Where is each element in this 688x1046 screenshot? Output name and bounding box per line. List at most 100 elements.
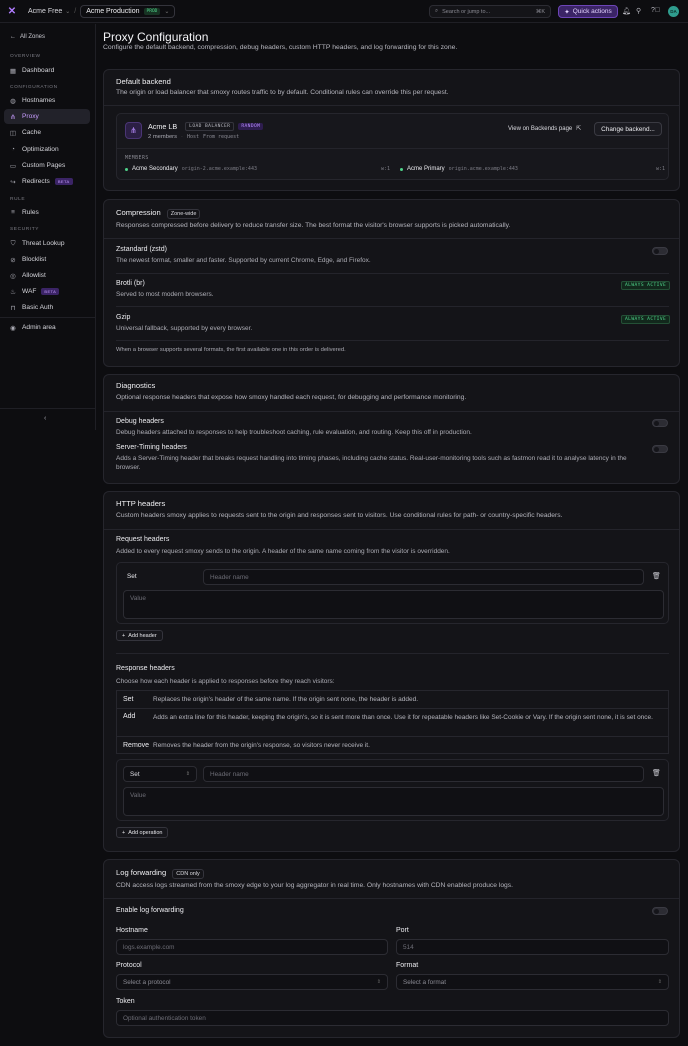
help-icon[interactable]: ?⃝	[651, 7, 660, 14]
request-header-value-input[interactable]: Value	[123, 590, 664, 619]
status-dot	[400, 167, 403, 171]
search-icon: ⌕	[435, 8, 439, 14]
app-logo-icon[interactable]: ✕	[6, 5, 18, 17]
hostname-input[interactable]: logs.example.com	[116, 939, 388, 955]
request-header-name-input[interactable]: Header name	[203, 569, 644, 585]
sidebar-item-cache[interactable]: ◫ Cache	[4, 125, 90, 140]
trash-icon[interactable]: 🗑︎	[652, 769, 661, 777]
globe-icon: ◍	[10, 97, 16, 105]
section-security: SECURITY	[10, 227, 40, 232]
sidebar-item-redirects[interactable]: ↪ Redirects BETA	[4, 174, 90, 189]
op-name: Set	[123, 696, 134, 703]
search-shortcut: ⌘K	[535, 8, 545, 15]
translate-icon[interactable]: ⚲	[636, 7, 641, 15]
sidebar-item-label: Custom Pages	[22, 162, 66, 169]
response-headers-desc: Choose how each header is applied to res…	[116, 678, 335, 685]
org-switcher[interactable]: Acme Free ⌄	[28, 8, 70, 15]
protocol-label: Protocol	[116, 962, 142, 969]
sidebar-item-hostnames[interactable]: ◍ Hostnames	[4, 93, 90, 108]
debug-title: Debug headers	[116, 418, 164, 425]
timing-desc: Adds a Server-Timing header that breaks …	[116, 455, 627, 471]
card-title: HTTP headers	[116, 499, 166, 508]
server-timing-toggle[interactable]	[652, 445, 668, 453]
sidebar-item-waf[interactable]: ♨ WAF BETA	[4, 284, 90, 299]
redirect-icon: ↪	[10, 178, 16, 186]
sidebar-item-label: Blocklist	[22, 256, 47, 263]
divider	[104, 898, 679, 899]
sidebar-item-dashboard[interactable]: ▦ Dashboard	[4, 63, 90, 78]
host-value: From request	[202, 134, 240, 140]
bell-icon[interactable]: 🔔︎	[622, 7, 631, 15]
add-header-label: Add header	[128, 632, 157, 639]
sidebar-item-custom-pages[interactable]: ▭ Custom Pages	[4, 158, 90, 173]
member-row: Acme Secondary origin-2.acme.example:443…	[125, 166, 390, 172]
divider	[116, 340, 669, 341]
always-active-badge: ALWAYS ACTIVE	[621, 281, 671, 290]
protocol-select[interactable]: Select a protocol ⇕	[116, 974, 388, 990]
compression-footnote: When a browser supports several formats,…	[116, 347, 346, 353]
collapse-sidebar-icon[interactable]: ‹	[44, 415, 46, 422]
port-input[interactable]: 514	[396, 939, 669, 955]
member-origin: origin.acme.example:443	[448, 166, 518, 172]
zstd-toggle[interactable]	[652, 247, 668, 255]
zone-name: Acme Production	[86, 7, 140, 15]
sidebar-item-optimization[interactable]: ◔ Optimization	[4, 142, 90, 157]
card-subtitle: Responses compressed before delivery to …	[116, 222, 511, 229]
timing-title: Server-Timing headers	[116, 444, 187, 451]
member-weight: w:1	[380, 166, 390, 172]
response-header-value-input[interactable]: Value	[123, 787, 664, 816]
card-title: Log forwarding	[116, 868, 167, 877]
card-title-row: Compression Zone-wide	[116, 208, 201, 219]
format-select[interactable]: Select a format ⇕	[396, 974, 669, 990]
view-backends-link[interactable]: View on Backends page ⇱	[508, 125, 581, 133]
log-forwarding-card: Log forwarding CDN only CDN access logs s…	[103, 859, 680, 1038]
sidebar-item-label: Threat Lookup	[22, 240, 65, 247]
status-dot	[125, 167, 128, 171]
debug-headers-toggle[interactable]	[652, 419, 668, 427]
card-subtitle: The origin or load balancer that smoxy r…	[116, 89, 449, 96]
format-label: Format	[396, 962, 419, 969]
response-op-value: Set	[130, 770, 140, 778]
beta-badge: BETA	[41, 288, 60, 295]
add-operation-button[interactable]: + Add operation	[116, 827, 169, 838]
op-desc: Replaces the origin's header of the same…	[153, 696, 419, 703]
trash-icon[interactable]: 🗑︎	[652, 572, 661, 580]
sidebar-item-proxy[interactable]: ⋔ Proxy	[4, 109, 90, 124]
search-input[interactable]: ⌕ Search or jump to... ⌘K	[429, 5, 551, 18]
ban-icon: ⊘	[10, 256, 16, 264]
members-heading: MEMBERS	[125, 156, 149, 161]
op-desc: Removes the header from the origin's res…	[153, 741, 370, 749]
card-subtitle: Optional response headers that expose ho…	[116, 394, 467, 401]
all-zones-link[interactable]: ← All Zones	[10, 34, 45, 40]
sidebar-item-basic-auth[interactable]: ⊓ Basic Auth	[4, 300, 90, 315]
backend-box: ⋔ Acme LB LOAD BALANCER RANDOM 2 members…	[116, 113, 669, 180]
divider	[116, 273, 669, 274]
sidebar-item-rules[interactable]: ≡ Rules	[4, 205, 90, 220]
quick-actions-label: Quick actions	[572, 8, 612, 15]
zone-switcher[interactable]: Acme Production PROD ⌄	[80, 4, 176, 18]
sidebar-item-label: Hostnames	[22, 97, 56, 104]
response-op-select[interactable]: Set ⇕	[123, 766, 197, 782]
option-title: Brotli (br)	[116, 280, 145, 287]
change-backend-button[interactable]: Change backend...	[594, 122, 662, 136]
card-subtitle: CDN access logs streamed from the smoxy …	[116, 882, 513, 889]
view-backends-label: View on Backends page	[508, 125, 573, 132]
sidebar-item-threat-lookup[interactable]: ⛉ Threat Lookup	[4, 236, 90, 251]
gauge-icon: ◔	[11, 146, 15, 153]
avatar[interactable]: DA	[668, 6, 679, 17]
response-header-name-input[interactable]: Header name	[203, 766, 644, 782]
log-forwarding-toggle[interactable]	[652, 907, 668, 915]
sidebar-item-label: Redirects	[22, 178, 50, 185]
always-active-badge: ALWAYS ACTIVE	[621, 315, 671, 324]
list-icon: ≡	[11, 209, 15, 216]
diagnostics-card: Diagnostics Optional response headers th…	[103, 374, 680, 484]
search-placeholder: Search or jump to...	[442, 8, 491, 15]
backend-mode-badge: RANDOM	[238, 123, 264, 130]
add-header-button[interactable]: + Add header	[116, 630, 163, 641]
sidebar-item-admin-area[interactable]: ◉ Admin area	[4, 320, 90, 335]
sidebar-item-allowlist[interactable]: ◎ Allowlist	[4, 268, 90, 283]
add-operation-label: Add operation	[128, 829, 163, 836]
token-input[interactable]: Optional authentication token	[116, 1010, 669, 1026]
quick-actions-button[interactable]: ✦ Quick actions	[558, 5, 618, 18]
sidebar-item-blocklist[interactable]: ⊘ Blocklist	[4, 252, 90, 267]
